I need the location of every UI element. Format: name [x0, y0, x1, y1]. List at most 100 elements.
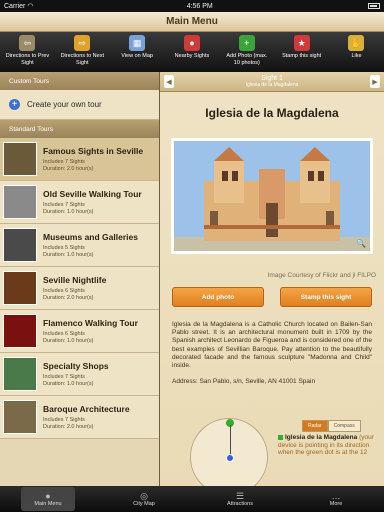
sight-photo[interactable]: 🔍 [171, 138, 373, 254]
tour-duration: Duration: 2.0 hour(s) [43, 423, 94, 430]
carrier-label: Carrier ◠ [4, 3, 34, 10]
tour-info: Specialty Shops Includes 7 Sights Duration… [43, 361, 109, 387]
tour-list-item[interactable]: Baroque Architecture Includes 7 Sights Dur… [0, 396, 159, 439]
radar-mode-toggle: Radar Compass [302, 420, 361, 432]
tour-info: Baroque Architecture Includes 7 Sights Dur… [43, 404, 130, 430]
tab-more-label: More [329, 501, 343, 507]
direction-line [229, 425, 231, 455]
green-dot-icon [278, 434, 283, 440]
view-on-map-button[interactable]: ▦ View on Map [114, 35, 160, 60]
tour-list-item[interactable]: Old Seville Walking Tour Includes 7 Sight… [0, 181, 159, 224]
tour-list-item[interactable]: Specialty Shops Includes 7 Sights Duration… [0, 353, 159, 396]
city-map-icon: ◎ [140, 491, 148, 501]
sight-number: Sight 1 [261, 75, 283, 82]
next-sight-arrow-icon[interactable]: ▶ [370, 75, 380, 88]
next-sight-icon: ⇨ [74, 35, 91, 51]
radar-sight-name: Iglesia de la Magdalena [285, 434, 358, 441]
radar-dial [190, 418, 268, 486]
tour-name: Famous Sights in Seville [43, 146, 144, 156]
prev-sight-arrow-icon[interactable]: ◀ [164, 75, 174, 88]
tour-duration: Duration: 1.0 hour(s) [43, 208, 94, 215]
stamp-sight-button[interactable]: ★ Stamp this sight [279, 35, 325, 60]
tab-more[interactable]: … More [309, 487, 363, 511]
prev-sight-label: Directions to Prev Sight [5, 53, 50, 66]
zoom-icon[interactable]: 🔍 [356, 239, 366, 248]
nearby-sights-icon: ● [183, 35, 200, 51]
tab-attractions[interactable]: ☰ Attractions [213, 487, 267, 511]
radar-widget: Radar Compass Iglesia de la Magdalena (y… [190, 418, 380, 486]
tour-thumbnail [3, 185, 37, 219]
create-tour-label: Create your own tour [27, 100, 102, 109]
stamp-sight-action-button[interactable]: Stamp this sight [280, 287, 372, 307]
next-sight-label: Directions to Next Sight [60, 53, 104, 66]
sight-header: ◀ Sight 1 Iglesia de la Magdalena ▶ [160, 72, 384, 92]
plus-icon: + [9, 99, 20, 110]
like-icon: ✋ [348, 35, 365, 51]
tour-info: Old Seville Walking Tour Includes 7 Sight… [43, 189, 142, 215]
current-location-icon [226, 454, 234, 462]
action-buttons: Add photo Stamp this sight [160, 287, 384, 307]
add-photo-action-button[interactable]: Add photo [172, 287, 264, 307]
sight-detail-panel: ◀ Sight 1 Iglesia de la Magdalena ▶ Igle… [160, 72, 384, 486]
add-photo-button[interactable]: + Add Photo (max. 10 photos) [224, 35, 270, 66]
tour-duration: Duration: 2.0 hour(s) [43, 165, 94, 172]
tour-list-item[interactable]: Flamenco Walking Tour Includes 6 Sights Du… [0, 310, 159, 353]
tour-info: Flamenco Walking Tour Includes 6 Sights Du… [43, 318, 138, 344]
tour-info: Seville Nightlife Includes 6 Sights Durati… [43, 275, 106, 301]
radar-tab[interactable]: Radar [302, 420, 328, 432]
create-tour-button[interactable]: + Create your own tour [0, 90, 159, 120]
prev-sight-icon: ⇦ [19, 35, 36, 51]
next-sight-button[interactable]: ⇨ Directions to Next Sight [59, 35, 105, 66]
tab-main-menu-label: Main Menu [34, 501, 62, 507]
view-on-map-label: View on Map [121, 53, 153, 59]
tour-list-item[interactable]: Famous Sights in Seville Includes 7 Sight… [0, 138, 159, 181]
stamp-sight-icon: ★ [293, 35, 310, 51]
prev-sight-button[interactable]: ⇦ Directions to Prev Sight [4, 35, 50, 66]
compass-tab[interactable]: Compass [327, 420, 361, 432]
custom-tours-header: Custom Tours [0, 72, 159, 90]
tour-thumbnail [3, 314, 37, 348]
tab-main-menu[interactable]: ● Main Menu [21, 487, 75, 511]
image-credit: Image Courtesy of Flickr and jl FILPO [267, 272, 376, 279]
tour-info: Museums and Galleries Includes 5 Sights Du… [43, 232, 138, 258]
nearby-sights-button[interactable]: ● Nearby Sights [169, 35, 215, 60]
main-menu-icon: ● [45, 491, 51, 501]
tour-thumbnail [3, 228, 37, 262]
tour-sidebar: Custom Tours + Create your own tour Stan… [0, 72, 160, 486]
battery-icon [366, 2, 380, 10]
tab-city-map-label: City Map [133, 501, 155, 507]
tab-city-map[interactable]: ◎ City Map [117, 487, 171, 511]
wifi-icon: ◠ [27, 3, 34, 10]
tab-bar: ● Main Menu ◎ City Map ☰ Attractions … More [0, 486, 384, 512]
tab-attractions-label: Attractions [227, 501, 253, 507]
tour-list-item[interactable]: Seville Nightlife Includes 6 Sights Durati… [0, 267, 159, 310]
tour-thumbnail [3, 271, 37, 305]
add-photo-icon: + [238, 35, 255, 51]
page-title: Main Menu [166, 16, 218, 27]
tour-list: Famous Sights in Seville Includes 7 Sight… [0, 138, 159, 439]
nearby-sights-label: Nearby Sights [174, 53, 210, 59]
church-photo: 🔍 [174, 141, 370, 251]
tour-name: Old Seville Walking Tour [43, 189, 142, 199]
tour-name: Flamenco Walking Tour [43, 318, 138, 328]
tour-info: Famous Sights in Seville Includes 7 Sight… [43, 146, 143, 172]
standard-tours-header: Standard Tours [0, 120, 159, 138]
tour-name: Museums and Galleries [43, 232, 138, 242]
church-illustration [174, 141, 370, 251]
tour-name: Baroque Architecture [43, 404, 130, 414]
stamp-sight-label: Stamp this sight [282, 53, 322, 59]
toolbar: ⇦ Directions to Prev Sight ⇨ Directions to … [0, 32, 384, 72]
tour-thumbnail [3, 142, 37, 176]
sight-subtitle: Iglesia de la Magdalena [245, 82, 299, 88]
tour-thumbnail [3, 357, 37, 391]
tour-list-item[interactable]: Museums and Galleries Includes 5 Sights Du… [0, 224, 159, 267]
clock: 4:56 PM [186, 2, 213, 10]
like-button[interactable]: ✋ Like [333, 35, 379, 60]
tour-duration: Duration: 1.0 hour(s) [43, 337, 94, 344]
tour-name: Specialty Shops [43, 361, 109, 371]
tour-duration: Duration: 1.0 hour(s) [43, 380, 94, 387]
tour-duration: Duration: 2.0 hour(s) [43, 294, 94, 301]
radar-explanation: Iglesia de la Magdalena (your device is … [278, 434, 378, 457]
sight-title: Iglesia de la Magdalena [205, 106, 339, 120]
sight-address: Address: San Pablo, s/n, Seville, AN 410… [172, 378, 316, 386]
